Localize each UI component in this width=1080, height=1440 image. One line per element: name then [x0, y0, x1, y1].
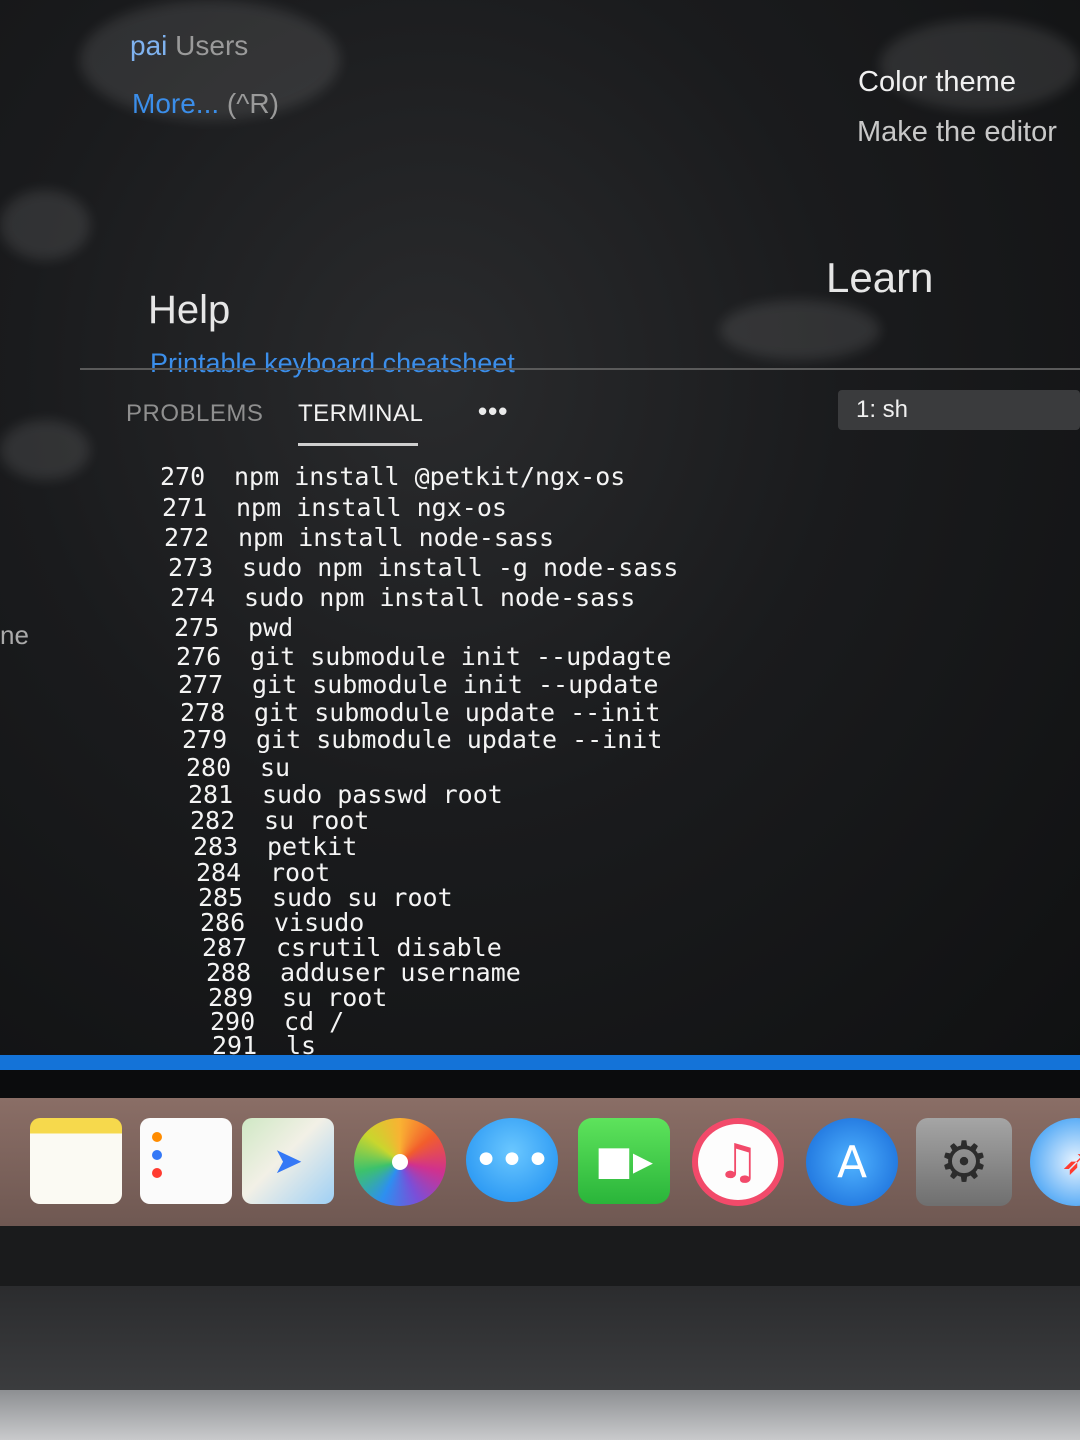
active-tab-indicator	[298, 443, 418, 446]
terminal-line: 281 sudo passwd root	[188, 780, 503, 809]
recent-folder-path: Users	[175, 30, 249, 61]
laptop-body	[0, 1390, 1080, 1440]
laptop-hinge	[0, 1286, 1080, 1390]
messages-icon[interactable]: •••	[466, 1118, 558, 1202]
recent-folder-name: pai	[130, 30, 168, 61]
keyboard-cheatsheet-link[interactable]: Printable keyboard cheatsheet	[150, 348, 515, 379]
reminders-icon[interactable]	[140, 1118, 232, 1204]
color-theme-link[interactable]: Color theme	[858, 66, 1016, 99]
terminal-line: 280 su	[186, 753, 291, 782]
terminal-line: 273 sudo npm install -g node-sass	[168, 553, 679, 582]
tab-problems[interactable]: PROBLEMS	[126, 400, 263, 428]
terminal-line: 283 petkit	[193, 832, 358, 861]
screen: pai Users More... (^R) Color theme Make …	[0, 0, 1080, 1070]
system-preferences-icon[interactable]: ⚙	[916, 1118, 1012, 1206]
recent-folder-link[interactable]: pai Users	[130, 30, 248, 62]
screen-bezel	[0, 1226, 1080, 1286]
photos-icon[interactable]	[354, 1118, 446, 1206]
terminal-line: 282 su root	[190, 806, 370, 835]
terminal-line: 276 git submodule init --updagte	[176, 642, 672, 671]
terminal-line: 278 git submodule update --init	[180, 698, 661, 727]
learn-heading: Learn	[826, 254, 934, 301]
terminal-line: 274 sudo npm install node-sass	[170, 583, 636, 612]
status-bar	[0, 1055, 1080, 1070]
notes-icon[interactable]	[30, 1118, 122, 1204]
terminal-line: 272 npm install node-sass	[164, 523, 555, 552]
music-icon[interactable]: ♫	[692, 1118, 784, 1206]
facetime-icon[interactable]: ■▸	[578, 1118, 670, 1204]
color-theme-description: Make the editor	[857, 116, 1057, 148]
panel-more-button[interactable]: •••	[478, 396, 508, 427]
app-store-icon[interactable]: A	[806, 1118, 898, 1206]
safari-icon[interactable]: ➶	[1030, 1118, 1080, 1206]
terminal-line: 275 pwd	[174, 613, 294, 642]
recent-more-shortcut: (^R)	[226, 88, 279, 119]
terminal-line: 270 npm install @petkit/ngx-os	[160, 462, 626, 491]
terminal-selector[interactable]: 1: sh	[838, 390, 1080, 430]
sidebar-fragment-text: ne	[0, 620, 29, 650]
terminal-line: 271 npm install ngx-os	[162, 493, 507, 522]
maps-icon[interactable]: ➤	[242, 1118, 334, 1204]
tab-terminal[interactable]: TERMINAL	[298, 400, 423, 428]
panel-divider	[80, 368, 1080, 370]
help-heading: Help	[148, 288, 231, 332]
recent-more-label: More...	[132, 88, 220, 119]
terminal-line: 277 git submodule init --update	[178, 670, 659, 699]
terminal-line: 279 git submodule update --init	[182, 725, 663, 754]
recent-more-link[interactable]: More... (^R)	[132, 88, 279, 120]
